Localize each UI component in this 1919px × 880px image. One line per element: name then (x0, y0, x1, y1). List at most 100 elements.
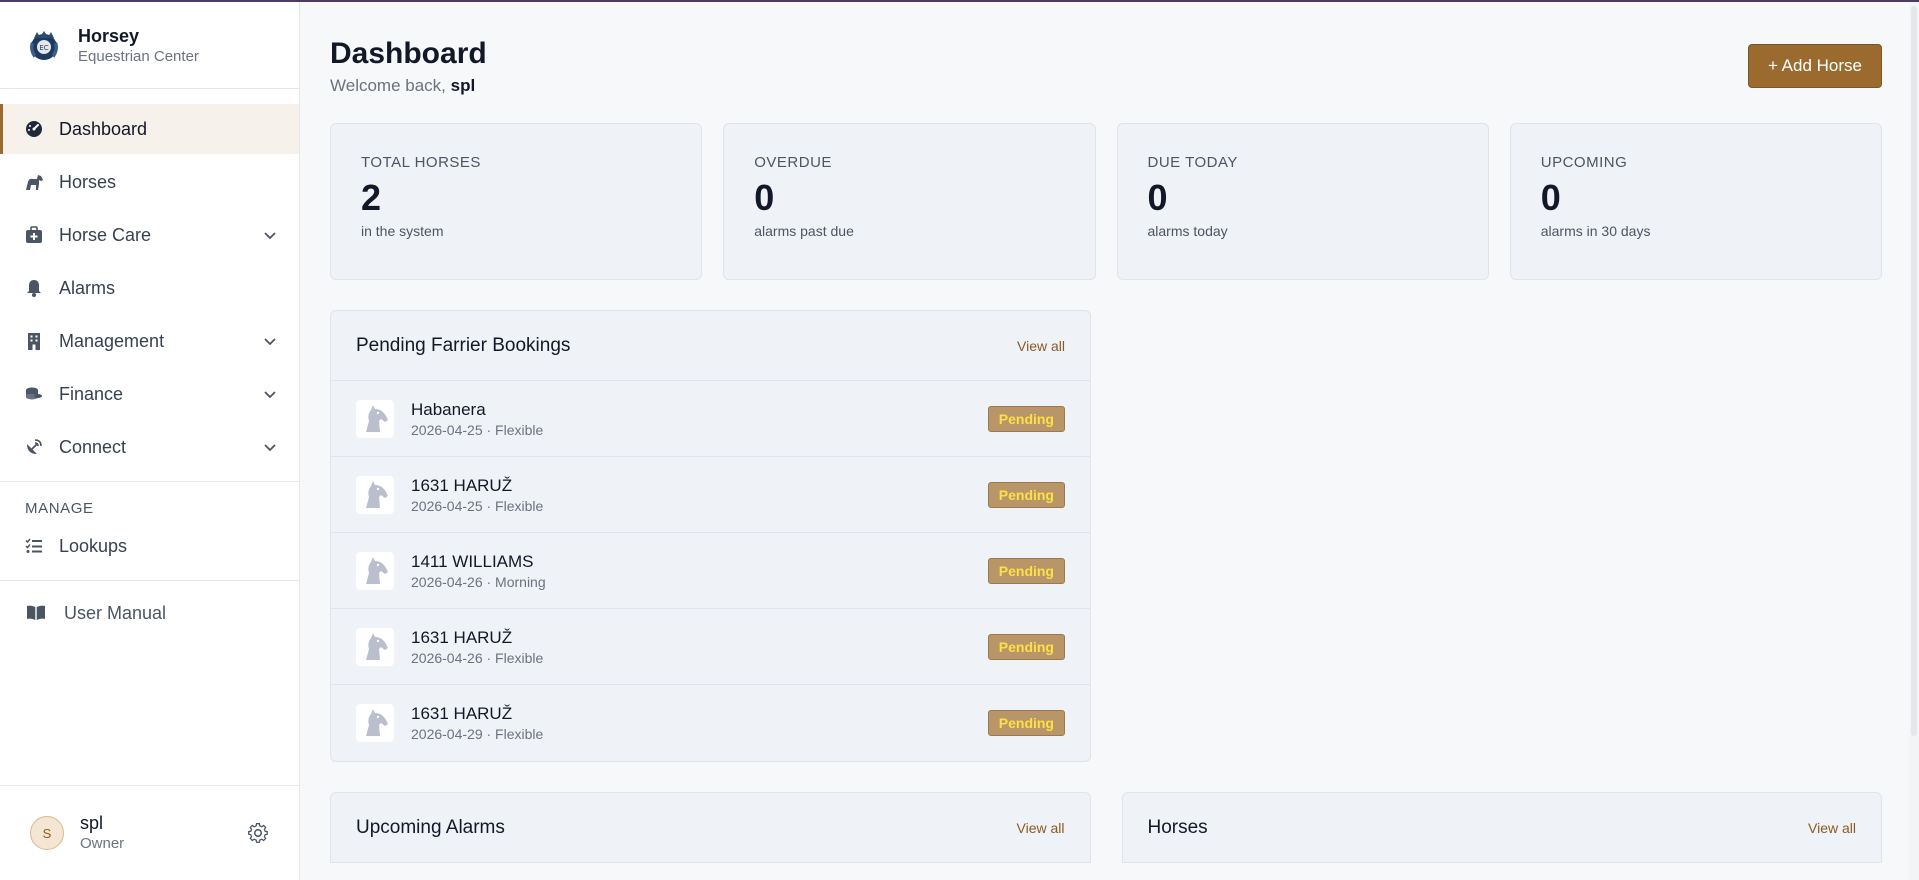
nav-label: Horses (59, 171, 117, 192)
scrollbar-thumb[interactable] (1911, 6, 1917, 736)
stat-label: OVERDUE (754, 154, 832, 171)
panel-title: Horses (1147, 816, 1208, 838)
view-all-link[interactable]: View all (1017, 338, 1065, 354)
horse-avatar-icon (356, 399, 394, 438)
stat-card-due-today: DUE TODAY 0 alarms today (1116, 123, 1489, 280)
booking-date-slot: 2026-04-25 · Flexible (411, 421, 544, 438)
farrier-bookings-panel: Pending Farrier Bookings View all Habane… (330, 310, 1091, 762)
horse-avatar-icon (356, 475, 394, 514)
chevron-down-icon[interactable] (263, 387, 277, 401)
horse-avatar-icon (356, 704, 394, 742)
gauge-icon (24, 119, 44, 139)
nav-label: Management (59, 330, 165, 351)
nav-divider (0, 481, 299, 482)
booking-horse-name: 1411 WILLIAMS (411, 551, 534, 571)
status-badge: Pending (987, 557, 1065, 584)
stat-subtext: alarms past due (754, 223, 854, 239)
page-title: Dashboard (330, 37, 487, 70)
building-icon (24, 331, 44, 351)
booking-horse-name: 1631 HARUŽ (411, 627, 513, 647)
avatar[interactable]: S (30, 816, 64, 850)
booking-info: 1631 HARUŽ 2026-04-25 · Flexible (411, 475, 988, 515)
nav-item-finance[interactable]: Finance (0, 369, 299, 419)
brand[interactable]: EC Horsey Equestrian Center (0, 2, 299, 89)
horse-icon (24, 172, 44, 192)
crest-logo-icon: EC (30, 31, 58, 60)
bell-icon (24, 278, 44, 298)
user-manual-link[interactable]: User Manual (0, 587, 299, 639)
booking-row[interactable]: 1411 WILLIAMS 2026-04-26 · Morning Pending (331, 533, 1090, 609)
nav-label: Lookups (59, 535, 128, 556)
view-all-link[interactable]: View all (1808, 820, 1856, 836)
nav-item-dashboard[interactable]: Dashboard (0, 104, 299, 154)
chevron-down-icon[interactable] (263, 440, 277, 454)
brand-subtitle: Equestrian Center (78, 48, 199, 65)
user-role: Owner (80, 835, 125, 852)
stat-value: 2 (361, 177, 382, 218)
stat-card-upcoming: UPCOMING 0 alarms in 30 days (1509, 123, 1882, 280)
stat-label: DUE TODAY (1147, 154, 1238, 171)
nav-item-connect[interactable]: Connect (0, 422, 299, 472)
status-badge: Pending (987, 710, 1065, 736)
booking-row[interactable]: 1631 HARUŽ 2026-04-29 · Flexible Pending (331, 685, 1090, 761)
medkit-icon (24, 225, 44, 245)
main-content: Dashboard Welcome back, spl + Add Horse … (300, 2, 1919, 880)
booking-horse-name: 1631 HARUŽ (411, 704, 513, 723)
nav-item-management[interactable]: Management (0, 316, 299, 366)
stat-subtext: alarms today (1147, 223, 1228, 239)
nav-item-lookups[interactable]: Lookups (0, 521, 299, 571)
status-badge: Pending (987, 633, 1065, 660)
scrollbar[interactable] (1909, 2, 1919, 880)
book-open-icon (26, 603, 46, 623)
booking-row[interactable]: 1631 HARUŽ 2026-04-26 · Flexible Pending (331, 609, 1090, 685)
horses-panel: Horses View all (1121, 792, 1882, 863)
panel-header: Pending Farrier Bookings View all (331, 311, 1090, 381)
app-root: EC Horsey Equestrian Center Dashboard Ho… (0, 2, 1919, 880)
booking-date-slot: 2026-04-26 · Flexible (411, 649, 544, 666)
gear-icon[interactable] (247, 822, 269, 844)
stat-subtext: in the system (361, 223, 444, 239)
status-badge: Pending (987, 405, 1065, 432)
nav-label: Horse Care (59, 224, 152, 245)
nav-label: Alarms (59, 277, 116, 298)
add-horse-button[interactable]: + Add Horse (1747, 44, 1882, 88)
booking-date-slot: 2026-04-29 · Flexible (411, 726, 544, 742)
user-profile: S spl Owner (0, 785, 299, 880)
chevron-down-icon[interactable] (263, 228, 277, 242)
horse-avatar-icon (356, 551, 394, 590)
booking-list: Habanera 2026-04-25 · Flexible Pending 1631… (331, 381, 1090, 761)
main-nav: Dashboard Horses Horse Care Alarms Manag… (0, 89, 299, 475)
booking-horse-name: Habanera (411, 399, 486, 419)
booking-horse-name: 1631 HARUŽ (411, 475, 513, 495)
booking-row[interactable]: Habanera 2026-04-25 · Flexible Pending (331, 381, 1090, 457)
user-manual-label: User Manual (64, 602, 167, 623)
page-header: Dashboard Welcome back, spl + Add Horse (330, 36, 1882, 96)
horse-avatar-icon (356, 627, 394, 666)
stat-card-total-horses: TOTAL HORSES 2 in the system (330, 123, 703, 280)
welcome-prefix: Welcome back, (330, 76, 446, 95)
welcome-username: spl (450, 76, 476, 95)
svg-text:EC: EC (39, 44, 48, 52)
booking-date-slot: 2026-04-25 · Flexible (411, 497, 544, 514)
nav-label: Finance (59, 383, 124, 404)
nav-item-horses[interactable]: Horses (0, 157, 299, 207)
nav-label: Dashboard (59, 118, 148, 139)
panel-title: Upcoming Alarms (356, 816, 505, 838)
panel-title: Pending Farrier Bookings (356, 334, 571, 356)
panel-header: Horses View all (1122, 793, 1881, 863)
booking-info: 1631 HARUŽ 2026-04-29 · Flexible (411, 703, 988, 743)
booking-info: Habanera 2026-04-25 · Flexible (411, 399, 988, 439)
user-name: spl (80, 813, 104, 833)
content-grid: Pending Farrier Bookings View all Habane… (330, 310, 1882, 762)
nav-item-alarms[interactable]: Alarms (0, 263, 299, 313)
stat-value: 0 (1540, 177, 1561, 218)
stat-card-overdue: OVERDUE 0 alarms past due (723, 123, 1096, 280)
stat-label: UPCOMING (1540, 154, 1628, 171)
nav-item-horse-care[interactable]: Horse Care (0, 210, 299, 260)
stat-subtext: alarms in 30 days (1540, 223, 1651, 239)
booking-row[interactable]: 1631 HARUŽ 2026-04-25 · Flexible Pending (331, 457, 1090, 533)
coins-icon (24, 384, 44, 404)
chevron-down-icon[interactable] (263, 334, 277, 348)
view-all-link[interactable]: View all (1017, 820, 1065, 836)
booking-info: 1411 WILLIAMS 2026-04-26 · Morning (411, 551, 988, 591)
